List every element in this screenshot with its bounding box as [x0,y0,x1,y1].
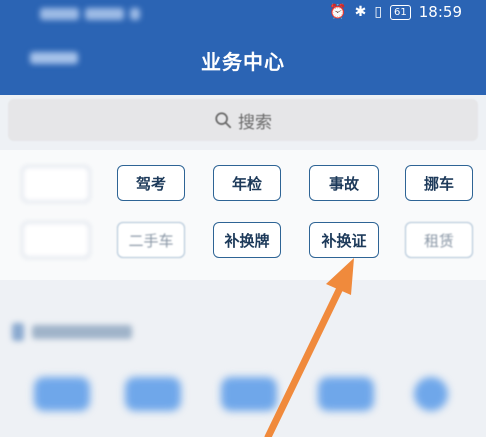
service-label: 补换证 [321,231,367,250]
service-button-accident[interactable]: 事故 [309,165,379,201]
alarm-icon: ⏰ [329,4,347,20]
category-button-blurred-1[interactable] [22,166,90,202]
lower-section [0,285,486,437]
shortcut-icon[interactable] [221,377,277,411]
page-title: 业务中心 [201,50,285,74]
service-label: 驾考 [135,174,166,193]
battery-icon: 61 [390,4,411,20]
status-bar-carrier-info [40,8,140,22]
section-heading-blurred [12,320,132,344]
bluetooth-icon: ✱ [354,4,367,20]
service-button-rental[interactable]: 租赁 [405,222,473,258]
service-button-used-car[interactable]: 二手车 [117,222,185,258]
category-button-blurred-2[interactable] [22,222,90,258]
service-label: 事故 [328,174,359,193]
search-label: 搜索 [238,112,272,133]
search-bar[interactable]: 搜索 [8,99,478,141]
app-header: ⏰ ✱ ▯ 61 18:59 业务中心 [0,0,486,95]
service-button-replace-license[interactable]: 补换证 [309,222,379,258]
search-icon [215,112,232,129]
shortcut-icon[interactable] [414,377,448,411]
service-button-annual-inspection[interactable]: 年检 [213,165,281,201]
battery-level: 61 [394,6,407,18]
shortcut-icons-row [0,377,486,437]
service-label: 挪车 [423,174,454,193]
shortcut-icon[interactable] [125,377,181,411]
shortcut-icon[interactable] [318,377,374,411]
service-label: 二手车 [128,231,174,250]
service-label: 补换牌 [224,231,270,250]
service-button-driving-test[interactable]: 驾考 [117,165,185,201]
service-button-move-car[interactable]: 挪车 [405,165,473,201]
shortcut-icon[interactable] [34,377,90,411]
vibrate-icon: ▯ [374,4,383,20]
status-bar-right: ⏰ ✱ ▯ 61 18:59 [329,3,462,21]
status-time: 18:59 [418,3,462,21]
service-panel: 驾考 年检 事故 挪车 二手车 补换牌 补换证 租赁 [0,150,486,280]
service-button-replace-plate[interactable]: 补换牌 [213,222,281,258]
service-label: 年检 [231,174,262,193]
service-label: 租赁 [423,231,454,250]
